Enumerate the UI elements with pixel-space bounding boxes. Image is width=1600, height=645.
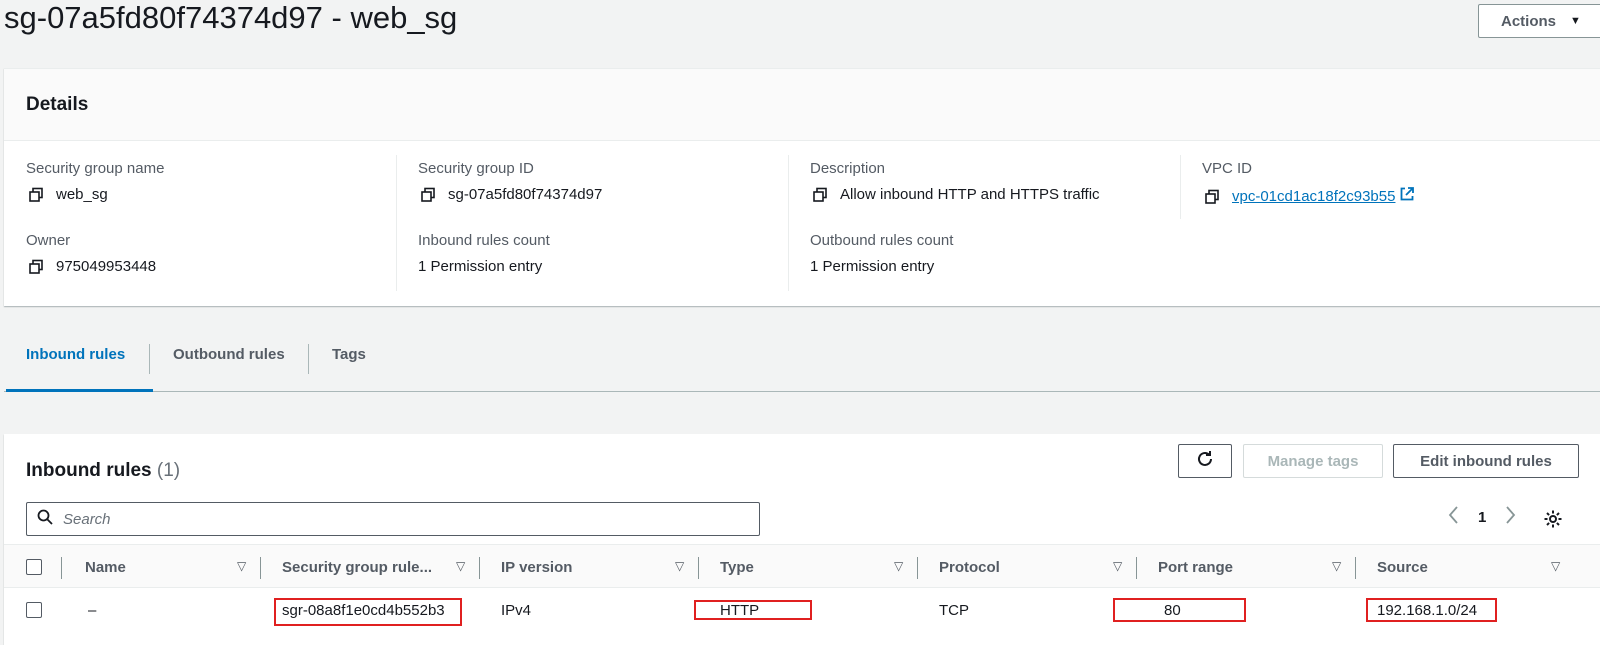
column-divider xyxy=(1136,557,1137,579)
field-label: Security group ID xyxy=(418,160,534,177)
column-header-protocol[interactable]: Protocol xyxy=(939,545,1000,589)
tab-outbound-rules[interactable]: Outbound rules xyxy=(173,316,285,392)
copy-icon[interactable] xyxy=(418,186,438,204)
chevron-left-icon[interactable] xyxy=(1446,504,1462,531)
tab-tags[interactable]: Tags xyxy=(332,316,366,392)
column-divider xyxy=(1355,557,1356,579)
field-owner: Owner 975049953448 xyxy=(26,232,156,276)
column-header-source[interactable]: Source xyxy=(1377,545,1428,589)
row-checkbox[interactable] xyxy=(26,602,42,618)
refresh-icon xyxy=(1195,449,1215,473)
sort-icon[interactable]: ▽ xyxy=(1332,559,1341,573)
details-panel: Details Security group name web_sg Secur… xyxy=(4,68,1600,306)
column-divider xyxy=(788,155,789,291)
column-divider xyxy=(479,557,480,579)
search-box xyxy=(26,502,760,536)
field-value: web_sg xyxy=(56,186,108,203)
field-label: VPC ID xyxy=(1202,160,1253,177)
details-heading: Details xyxy=(26,93,89,115)
tab-inbound-rules[interactable]: Inbound rules xyxy=(26,316,125,392)
external-link-icon[interactable] xyxy=(1399,186,1415,207)
gear-icon[interactable] xyxy=(1542,508,1564,535)
field-security-group-id: Security group ID sg-07a5fd80f74374d97 xyxy=(418,160,602,204)
copy-icon[interactable] xyxy=(1202,188,1222,206)
actions-button[interactable]: Actions ▼ xyxy=(1478,4,1600,38)
vpc-link[interactable]: vpc-01cd1ac18f2c93b55 xyxy=(1232,188,1395,206)
copy-icon[interactable] xyxy=(26,258,46,276)
field-vpc-id: VPC ID vpc-01cd1ac18f2c93b55 xyxy=(1202,160,1415,207)
cell-ip-version: IPv4 xyxy=(501,601,532,619)
field-label: Security group name xyxy=(26,160,165,177)
field-label: Description xyxy=(810,160,886,177)
search-icon xyxy=(37,509,53,530)
field-label: Owner xyxy=(26,232,71,249)
field-label: Inbound rules count xyxy=(418,232,550,249)
highlight-box xyxy=(1366,598,1497,622)
select-all-checkbox[interactable] xyxy=(26,559,42,575)
table-header: Name ▽ Security group rule... ▽ IP versi… xyxy=(4,544,1600,588)
table-row[interactable]: – sgr-08a8f1e0cd4b552b3 IPv4 HTTP TCP 80… xyxy=(4,588,1600,632)
field-security-group-name: Security group name web_sg xyxy=(26,160,164,204)
page-title: sg-07a5fd80f74374d97 - web_sg xyxy=(4,0,458,35)
copy-icon[interactable] xyxy=(26,186,46,204)
field-value: 1 Permission entry xyxy=(810,258,935,275)
sort-icon[interactable]: ▽ xyxy=(456,559,465,573)
inbound-rules-heading: Inbound rules (1) xyxy=(26,460,180,482)
inbound-rules-title: Inbound rules xyxy=(26,460,152,481)
cell-name: – xyxy=(88,601,97,619)
active-tab-indicator xyxy=(6,389,153,392)
tab-bar: Inbound rules Outbound rules Tags xyxy=(4,316,1600,392)
highlight-box xyxy=(694,600,812,620)
sort-icon[interactable]: ▽ xyxy=(1551,559,1560,573)
manage-tags-button[interactable]: Manage tags xyxy=(1243,444,1383,478)
field-value: sg-07a5fd80f74374d97 xyxy=(448,186,603,203)
field-value: Allow inbound HTTP and HTTPS traffic xyxy=(840,186,1100,203)
column-header-port-range[interactable]: Port range xyxy=(1158,545,1233,589)
tab-divider xyxy=(149,344,150,374)
sort-icon[interactable]: ▽ xyxy=(894,559,903,573)
highlight-box xyxy=(1113,598,1246,622)
search-input[interactable] xyxy=(63,510,713,528)
field-description: Description Allow inbound HTTP and HTTPS… xyxy=(810,160,1100,204)
field-inbound-rules-count: Inbound rules count 1 Permission entry xyxy=(418,232,550,276)
inbound-rules-count: (1) xyxy=(156,460,181,481)
copy-icon[interactable] xyxy=(810,186,830,204)
column-divider xyxy=(396,155,397,291)
field-outbound-rules-count: Outbound rules count 1 Permission entry xyxy=(810,232,953,276)
sort-icon[interactable]: ▽ xyxy=(237,559,246,573)
cell-protocol: TCP xyxy=(939,601,969,619)
caret-down-icon: ▼ xyxy=(1570,15,1581,27)
current-page[interactable]: 1 xyxy=(1478,509,1486,526)
field-value: 975049953448 xyxy=(56,258,157,275)
column-header-name[interactable]: Name xyxy=(85,545,126,589)
pagination: 1 xyxy=(1446,504,1518,531)
column-header-type[interactable]: Type xyxy=(720,545,754,589)
inbound-rules-panel: Inbound rules (1) Manage tags Edit inbou… xyxy=(4,434,1600,645)
column-divider xyxy=(1180,155,1181,219)
column-divider xyxy=(61,557,62,579)
highlight-box xyxy=(274,598,462,626)
column-divider xyxy=(698,557,699,579)
column-header-ip-version[interactable]: IP version xyxy=(501,545,572,589)
chevron-right-icon[interactable] xyxy=(1502,504,1518,531)
actions-label: Actions xyxy=(1501,12,1557,30)
field-value: 1 Permission entry xyxy=(418,258,543,275)
tab-divider xyxy=(308,344,309,374)
details-header: Details xyxy=(4,69,1600,141)
sort-icon[interactable]: ▽ xyxy=(675,559,684,573)
refresh-button[interactable] xyxy=(1178,444,1232,478)
field-label: Outbound rules count xyxy=(810,232,954,249)
sort-icon[interactable]: ▽ xyxy=(1113,559,1122,573)
column-divider xyxy=(260,557,261,579)
edit-inbound-rules-button[interactable]: Edit inbound rules xyxy=(1393,444,1579,478)
column-header-rule-id[interactable]: Security group rule... xyxy=(282,545,432,589)
column-divider xyxy=(917,557,918,579)
